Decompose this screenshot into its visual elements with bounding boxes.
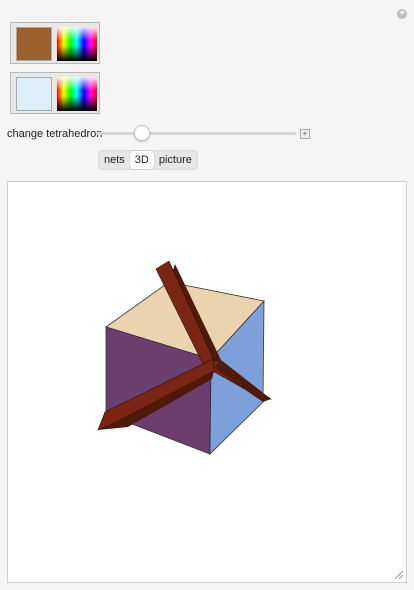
- tab-picture[interactable]: picture: [154, 151, 197, 169]
- color-swatch-2[interactable]: [16, 77, 52, 111]
- tab-nets[interactable]: nets: [99, 151, 130, 169]
- view-selector: nets 3D picture: [98, 150, 198, 170]
- slider-expand-icon[interactable]: +: [300, 129, 310, 139]
- spectrum-picker-icon[interactable]: [57, 77, 97, 111]
- expand-icon[interactable]: +: [397, 9, 407, 19]
- graphics-canvas[interactable]: [7, 181, 407, 583]
- color-control-2[interactable]: [10, 72, 100, 114]
- color-control-1[interactable]: [10, 22, 100, 64]
- color-swatch-1[interactable]: [16, 27, 52, 61]
- tab-3d[interactable]: 3D: [129, 151, 154, 169]
- cube-tetrahedron-graphic[interactable]: [8, 182, 406, 582]
- spectrum-picker-icon[interactable]: [57, 27, 97, 61]
- slider-label: change tetrahedron: [7, 128, 103, 140]
- slider-thumb[interactable]: [134, 125, 150, 141]
- resize-grip-icon[interactable]: [393, 569, 403, 579]
- slider-track[interactable]: [96, 132, 296, 135]
